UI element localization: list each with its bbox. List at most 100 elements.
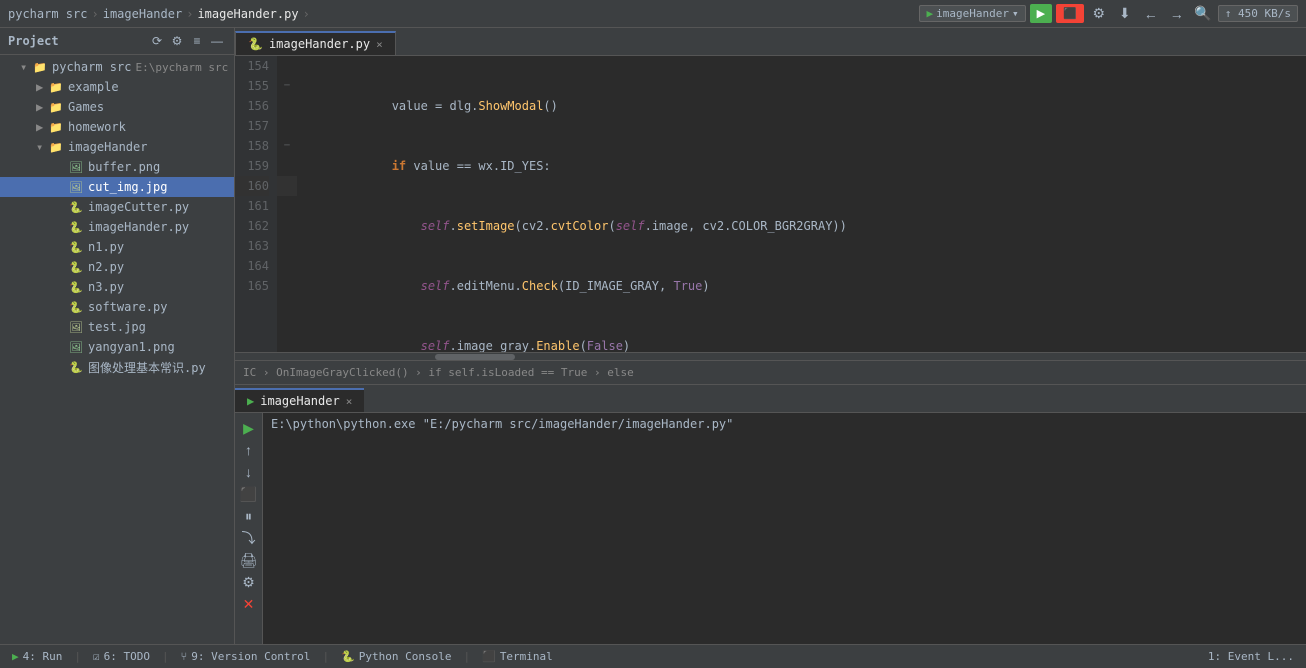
run-button[interactable]: ▶ — [1030, 4, 1052, 23]
ln-165: 165 — [235, 276, 269, 296]
hide-icon[interactable]: — — [208, 32, 226, 50]
profile-button[interactable]: ⬇ — [1114, 3, 1136, 25]
scroll-up-button[interactable]: ↑ — [238, 439, 260, 461]
ln-164: 164 — [235, 256, 269, 276]
h-scrollbar-thumb[interactable] — [435, 354, 515, 360]
run-config-selector[interactable]: ▶ imageHander ▾ — [919, 5, 1025, 22]
breadcrumb-sep-1: › — [91, 7, 98, 21]
ln-159: 159 — [235, 156, 269, 176]
sidebar-item-image-knowledge[interactable]: 🐍 图像处理基本常识.py — [0, 357, 234, 378]
tree-label: n3.py — [88, 280, 124, 294]
sidebar-item-imageHander[interactable]: ▾ 📁 imageHander — [0, 137, 234, 157]
settings-run-button[interactable]: ⚙ — [238, 571, 260, 593]
sidebar-item-test-jpg[interactable]: 🖼 test.jpg — [0, 317, 234, 337]
close-run-button[interactable]: ✕ — [238, 593, 260, 615]
settings-icon[interactable]: ⚙ — [168, 32, 186, 50]
tree-label: example — [68, 80, 119, 94]
breadcrumb-item-2[interactable]: imageHander — [103, 7, 182, 21]
gear-icon[interactable]: ≡ — [188, 32, 206, 50]
gutter-159 — [277, 156, 297, 176]
py-file-icon: 🐍 — [68, 279, 84, 295]
run-config-icon: ▶ — [926, 7, 933, 20]
gutter-156 — [277, 96, 297, 116]
folder-icon: 📁 — [48, 79, 64, 95]
ln-156: 156 — [235, 96, 269, 116]
sidebar-item-imageHander-py[interactable]: 🐍 imageHander.py — [0, 217, 234, 237]
editor-tab-imageHander[interactable]: 🐍 imageHander.py × — [235, 31, 396, 55]
breadcrumb-item-1[interactable]: pycharm src — [8, 7, 87, 21]
run-config-label: imageHander — [936, 7, 1009, 20]
arrow-icon: ▶ — [36, 120, 48, 134]
breadcrumb-sep-3: › — [303, 7, 310, 21]
sidebar: Project ⟳ ⚙ ≡ — ▾ 📁 pycharm src E:\pycha… — [0, 28, 235, 644]
arrow-icon: ▾ — [20, 60, 32, 74]
run-panel: ▶ imageHander × ▶ ↑ ↓ ⬛ ⏸ ⤵ 🖨 ⚙ ✕ — [235, 384, 1306, 644]
stop-run-button[interactable]: ⬛ — [238, 483, 260, 505]
scroll-down-button[interactable]: ↓ — [238, 461, 260, 483]
jpg-file-icon: 🖼 — [68, 319, 84, 335]
status-python-console[interactable]: 🐍 Python Console — [337, 650, 455, 663]
code-content[interactable]: 154 155 156 157 158 159 160 161 162 163 … — [235, 56, 1306, 352]
path-label: E:\pycharm src — [135, 61, 228, 74]
run-tab-label: imageHander — [260, 394, 339, 408]
tab-close-button[interactable]: × — [376, 38, 383, 51]
top-bar-right: ▶ imageHander ▾ ▶ ⬛ ⚙ ⬇ ← → 🔍 ↑ 450 KB/s — [919, 3, 1298, 25]
status-vc[interactable]: ⑂ 9: Version Control — [177, 650, 315, 663]
main-area: Project ⟳ ⚙ ≡ — ▾ 📁 pycharm src E:\pycha… — [0, 28, 1306, 644]
sidebar-item-pycharm-src[interactable]: ▾ 📁 pycharm src E:\pycharm src — [0, 57, 234, 77]
status-event-log[interactable]: 1: Event L... — [1204, 650, 1298, 663]
back-button[interactable]: ← — [1140, 3, 1162, 25]
coverage-button[interactable]: ⚙ — [1088, 3, 1110, 25]
sidebar-item-n3[interactable]: 🐍 n3.py — [0, 277, 234, 297]
tree-label: imageHander.py — [88, 220, 189, 234]
status-console-label: Python Console — [359, 650, 452, 663]
breadcrumb-item-3[interactable]: imageHander.py — [197, 7, 298, 21]
rerun-button[interactable]: ▶ — [238, 417, 260, 439]
sidebar-item-example[interactable]: ▶ 📁 example — [0, 77, 234, 97]
sidebar-item-games[interactable]: ▶ 📁 Games — [0, 97, 234, 117]
sync-icon[interactable]: ⟳ — [148, 32, 166, 50]
arrow-icon: ▶ — [36, 100, 48, 114]
run-toolbar: ▶ ↑ ↓ ⬛ ⏸ ⤵ 🖨 ⚙ ✕ — [235, 413, 263, 644]
run-tab-imageHander[interactable]: ▶ imageHander × — [235, 388, 364, 412]
sidebar-item-imageCutter[interactable]: 🐍 imageCutter.py — [0, 197, 234, 217]
pause-button[interactable]: ⏸ — [238, 505, 260, 527]
debug-button[interactable]: ⬛ — [1056, 4, 1084, 23]
tab-label: imageHander.py — [269, 37, 370, 51]
code-line-156: self.setImage(cv2.cvtColor(self.image, c… — [305, 216, 1306, 236]
print-button[interactable]: 🖨 — [238, 549, 260, 571]
status-todo[interactable]: ☑ 6: TODO — [89, 650, 154, 663]
gutter-158: ─ — [277, 136, 297, 156]
forward-button[interactable]: → — [1166, 3, 1188, 25]
sidebar-item-buffer-png[interactable]: 🖼 buffer.png — [0, 157, 234, 177]
tree-label: homework — [68, 120, 126, 134]
step-over-button[interactable]: ⤵ — [238, 527, 260, 549]
sidebar-item-software[interactable]: 🐍 software.py — [0, 297, 234, 317]
status-vc-label: 9: Version Control — [191, 650, 310, 663]
sidebar-item-cut-img-jpg[interactable]: 🖼 cut_img.jpg — [0, 177, 234, 197]
py-file-icon: 🐍 — [68, 259, 84, 275]
code-line-158: self.image_gray.Enable(False) — [305, 336, 1306, 352]
sidebar-tree: ▾ 📁 pycharm src E:\pycharm src ▶ 📁 examp… — [0, 55, 234, 644]
run-tabs: ▶ imageHander × — [235, 385, 1306, 413]
h-scrollbar[interactable] — [235, 352, 1306, 360]
sidebar-item-homework[interactable]: ▶ 📁 homework — [0, 117, 234, 137]
gutter: ─ ─ — [277, 56, 297, 352]
event-log-label: 1: Event L... — [1208, 650, 1294, 663]
run-tab-close-button[interactable]: × — [346, 395, 353, 408]
status-terminal[interactable]: ⬛ Terminal — [478, 650, 557, 663]
status-run[interactable]: ▶ 4: Run — [8, 650, 66, 663]
gutter-161 — [277, 196, 297, 216]
sidebar-item-yangyan1[interactable]: 🖼 yangyan1.png — [0, 337, 234, 357]
sidebar-item-n2[interactable]: 🐍 n2.py — [0, 257, 234, 277]
code-editor[interactable]: 154 155 156 157 158 159 160 161 162 163 … — [235, 56, 1306, 360]
sidebar-item-n1[interactable]: 🐍 n1.py — [0, 237, 234, 257]
tree-label: buffer.png — [88, 160, 160, 174]
search-button[interactable]: 🔍 — [1192, 3, 1214, 25]
run-console[interactable]: E:\python\python.exe "E:/pycharm src/ima… — [263, 413, 1306, 644]
tree-label: software.py — [88, 300, 167, 314]
tree-label: test.jpg — [88, 320, 146, 334]
py-file-icon: 🐍 — [68, 199, 84, 215]
code-lines[interactable]: value = dlg.ShowModal() if value == wx.I… — [297, 56, 1306, 352]
tree-label: imageCutter.py — [88, 200, 189, 214]
